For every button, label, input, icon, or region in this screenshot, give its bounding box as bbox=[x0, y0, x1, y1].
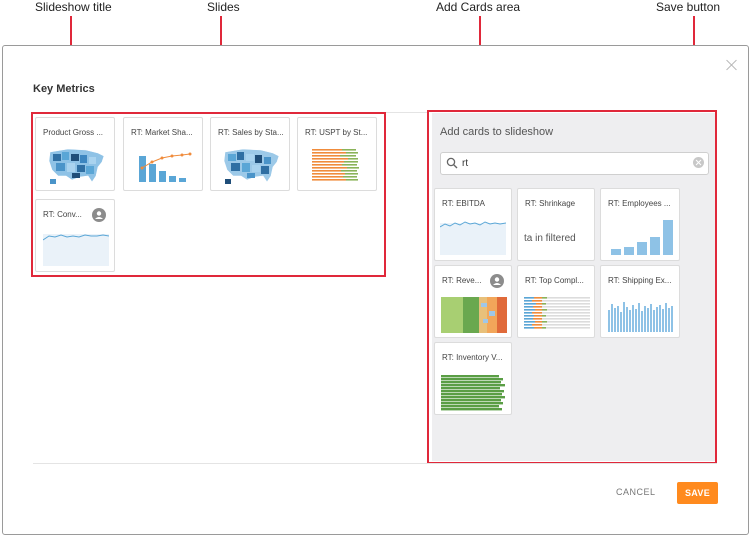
save-button[interactable]: SAVE bbox=[677, 482, 718, 504]
slideshow-title[interactable]: Key Metrics bbox=[33, 83, 95, 95]
cancel-button[interactable]: CANCEL bbox=[616, 487, 656, 497]
annotation-save-button: Save button bbox=[656, 0, 721, 14]
annotation-slideshow-title: Slideshow title bbox=[35, 0, 112, 14]
slides-highlight bbox=[31, 112, 386, 277]
annotation-slides: Slides bbox=[207, 0, 240, 14]
close-icon[interactable] bbox=[725, 58, 739, 72]
add-cards-highlight bbox=[427, 110, 717, 464]
footer-divider bbox=[33, 463, 717, 464]
annotation-add-cards-area: Add Cards area bbox=[436, 0, 521, 14]
